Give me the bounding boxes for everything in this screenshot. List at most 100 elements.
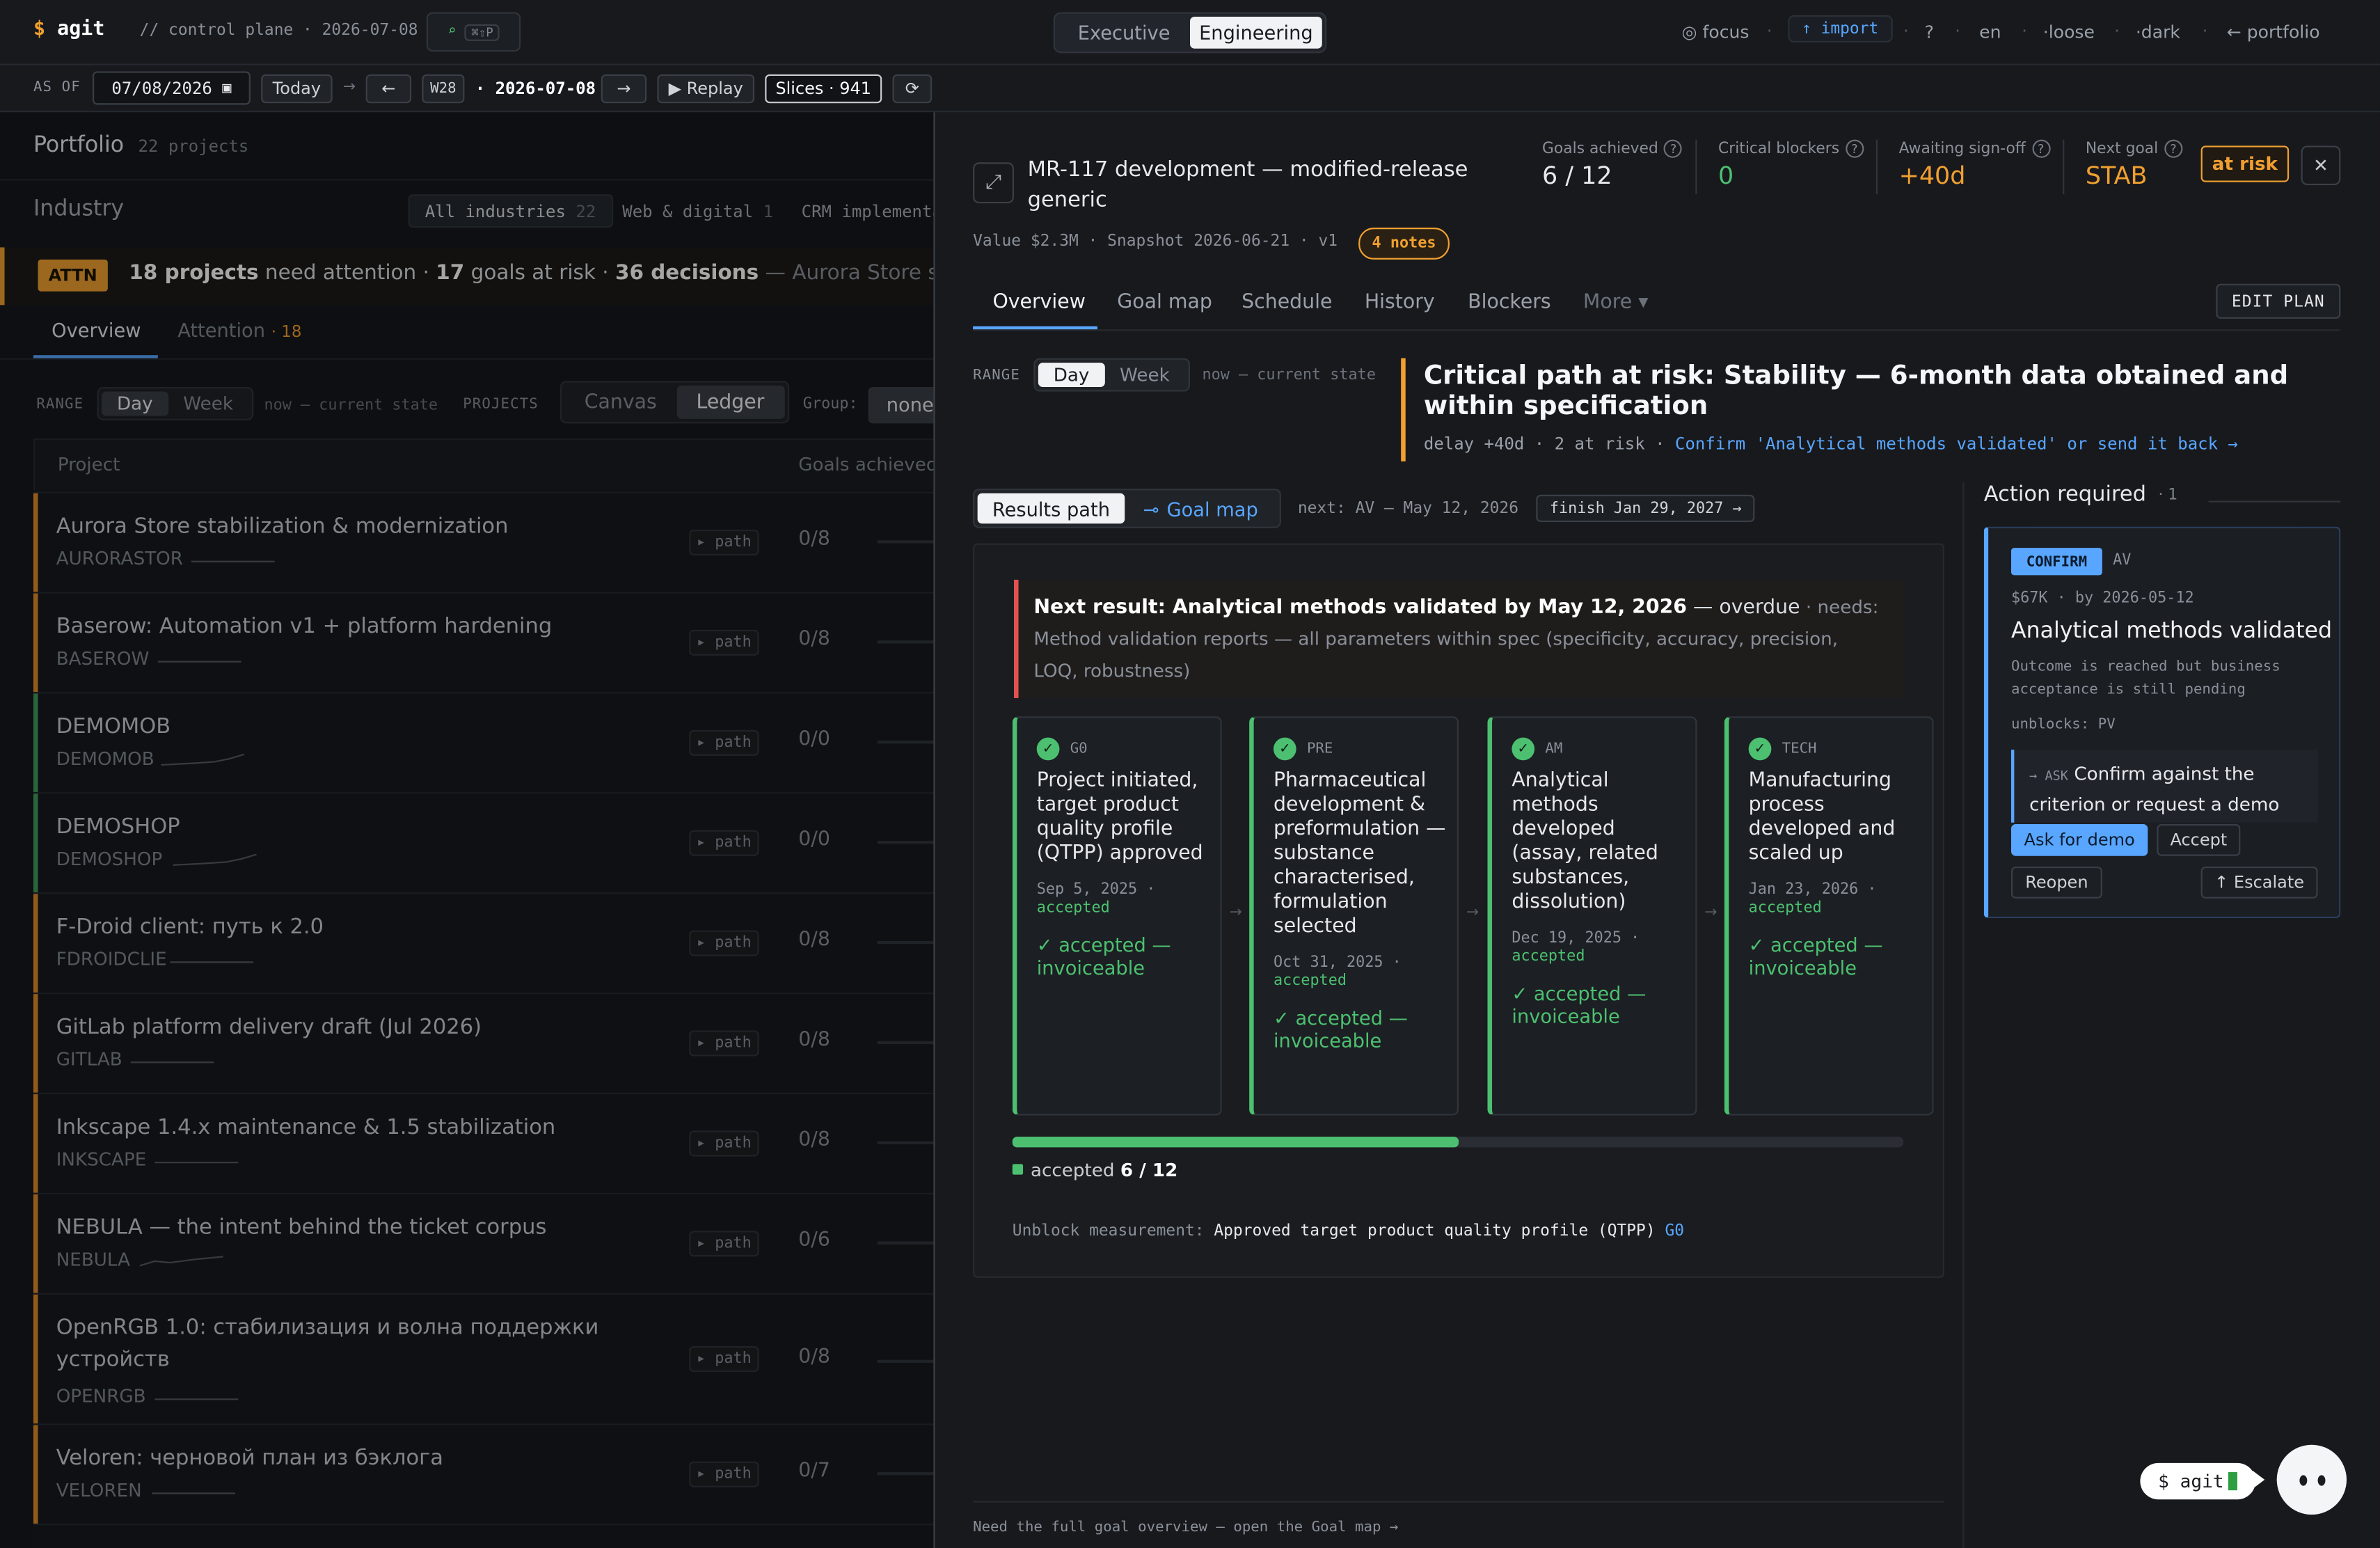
escalate-button[interactable]: ↑ Escalate: [2200, 867, 2318, 899]
table-row[interactable]: Veloren: черновой план из бэклога VELORE…: [33, 1423, 953, 1524]
project-name: DEMOSHOP: [56, 814, 180, 839]
view-canvas[interactable]: Canvas: [564, 386, 676, 419]
week-badge: W28: [422, 74, 465, 104]
mode-engineering[interactable]: Engineering: [1189, 16, 1322, 49]
project-name: Aurora Store stabilization & modernizati…: [56, 514, 509, 539]
sparkline: [152, 1492, 236, 1494]
table-row[interactable]: OpenRGB 1.0: стабилизация и волна поддер…: [33, 1293, 953, 1424]
close-icon[interactable]: ✕: [2301, 145, 2341, 186]
refresh-icon[interactable]: ⟳: [892, 74, 933, 104]
language-toggle[interactable]: en: [1979, 22, 2001, 43]
table-row[interactable]: F-Droid client: путь к 2.0 FDROIDCLIE ▸ …: [33, 892, 953, 993]
results-path-tab[interactable]: Results path: [977, 493, 1125, 524]
brand-logo[interactable]: $ agit: [33, 18, 104, 41]
goal-step-card[interactable]: ✓ G0 Project initiated, target product q…: [1012, 716, 1222, 1116]
prev-week-button[interactable]: ←: [365, 74, 412, 104]
help-button[interactable]: ?: [1925, 22, 1934, 43]
group-select[interactable]: none: [868, 386, 944, 424]
next-week-button[interactable]: →: [601, 74, 647, 104]
tab-history[interactable]: History: [1365, 292, 1435, 315]
slices-button[interactable]: Slices · 941: [765, 74, 882, 104]
project-code: AURORASTOR: [56, 548, 183, 569]
path-button[interactable]: ▸ path: [689, 1346, 759, 1373]
edit-plan-button[interactable]: EDIT PLAN: [2216, 283, 2341, 319]
table-row[interactable]: DEMOMOB DEMOMOB ▸ path 0/0: [33, 692, 953, 793]
range-day[interactable]: Day: [1038, 363, 1105, 387]
tab-schedule[interactable]: Schedule: [1241, 292, 1332, 315]
theme-toggle[interactable]: ·dark: [2136, 22, 2180, 43]
step-title: Project initiated, target product qualit…: [1036, 769, 1203, 865]
command-palette-button[interactable]: ⌕ ⌘⇧P: [426, 12, 521, 52]
project-name: Inkscape 1.4.x maintenance & 1.5 stabili…: [56, 1115, 556, 1140]
step-code: G0: [1070, 741, 1088, 758]
tab-goal-map[interactable]: Goal map: [1117, 292, 1212, 315]
range-week[interactable]: Week: [168, 392, 248, 416]
table-row[interactable]: DEMOSHOP DEMOSHOP ▸ path 0/0: [33, 792, 953, 893]
date-input[interactable]: 07/08/2026 ▣: [93, 71, 251, 105]
step-invoiceable: ✓ accepted — invoiceable: [1512, 981, 1647, 1028]
view-switch: Canvas Ledger: [560, 381, 789, 424]
table-row[interactable]: [33, 1524, 944, 1548]
ask-demo-button[interactable]: Ask for demo: [2010, 823, 2148, 856]
path-button[interactable]: ▸ path: [689, 629, 759, 656]
confirm-link[interactable]: Confirm 'Analytical methods validated' o…: [1675, 434, 2238, 454]
path-button[interactable]: ▸ path: [689, 1030, 759, 1057]
goal-step-card[interactable]: ✓ AM Analytical methods developed (assay…: [1487, 716, 1697, 1116]
finish-badge[interactable]: finish Jan 29, 2027 →: [1536, 494, 1756, 523]
range-day[interactable]: Day: [102, 391, 168, 416]
goal-map-tab[interactable]: ⊸ Goal map: [1125, 493, 1276, 524]
accept-button[interactable]: Accept: [2157, 823, 2241, 856]
eye-icon: [2299, 1474, 2307, 1485]
path-button[interactable]: ▸ path: [689, 1130, 759, 1157]
mode-executive[interactable]: Executive: [1058, 17, 1190, 49]
range-label: RANGE: [36, 396, 84, 413]
expand-icon[interactable]: ⤢: [973, 162, 1014, 204]
goal-step-card[interactable]: ✓ PRE Pharmaceutical development & prefo…: [1249, 716, 1459, 1116]
path-button[interactable]: ▸ path: [689, 1231, 759, 1257]
import-button[interactable]: ↑ import: [1788, 15, 1892, 43]
goal-map-footer-link[interactable]: Need the full goal overview — open the G…: [973, 1519, 1398, 1536]
chip-crm[interactable]: CRM implementa: [786, 194, 958, 228]
breadcrumb: // control plane · 2026-07-08: [139, 21, 418, 40]
path-button[interactable]: ▸ path: [689, 830, 759, 856]
path-button[interactable]: ▸ path: [689, 930, 759, 956]
agent-prompt[interactable]: $ agit: [2140, 1462, 2256, 1500]
tab-overview[interactable]: Overview: [51, 319, 141, 342]
shortcut-hint: ⌘⇧P: [465, 23, 500, 40]
legend-swatch: [1012, 1164, 1024, 1175]
tab-attention[interactable]: Attention · 18: [177, 319, 301, 342]
range-week[interactable]: Week: [1104, 363, 1184, 387]
tab-overview[interactable]: Overview: [992, 292, 1086, 315]
arrow-icon: →: [1466, 904, 1479, 922]
today-button[interactable]: Today: [261, 74, 333, 104]
table-row[interactable]: Inkscape 1.4.x maintenance & 1.5 stabili…: [33, 1092, 953, 1193]
replay-button[interactable]: ▶ Replay: [657, 74, 755, 104]
reopen-button[interactable]: Reopen: [2010, 867, 2102, 899]
density-toggle[interactable]: ·loose: [2043, 22, 2095, 43]
goal-step-card[interactable]: ✓ TECH Manufacturing process developed a…: [1724, 716, 1934, 1116]
chip-web-digital[interactable]: Web & digital 1: [607, 194, 788, 228]
table-row[interactable]: Baserow: Automation v1 + platform harden…: [33, 592, 953, 693]
chip-all-industries[interactable]: All industries 22: [408, 194, 613, 228]
tab-more[interactable]: More ▾: [1583, 292, 1649, 315]
path-button[interactable]: ▸ path: [689, 529, 759, 556]
attn-text[interactable]: 18 projects need attention · 17 goals at…: [129, 261, 1026, 285]
step-invoiceable: ✓ accepted — invoiceable: [1273, 1006, 1408, 1052]
notes-badge[interactable]: 4 notes: [1358, 228, 1450, 260]
step-code: PRE: [1306, 741, 1333, 758]
path-button[interactable]: ▸ path: [689, 729, 759, 756]
table-row[interactable]: NEBULA — the intent behind the ticket co…: [33, 1192, 953, 1293]
arrow-icon: →: [1704, 904, 1717, 922]
path-button[interactable]: ▸ path: [689, 1461, 759, 1487]
help-icon: ?: [1664, 139, 1683, 158]
portfolio-link[interactable]: ← portfolio: [2227, 22, 2320, 43]
table-row[interactable]: GitLab platform delivery draft (Jul 2026…: [33, 992, 953, 1093]
assistant-avatar[interactable]: [2276, 1444, 2347, 1515]
view-switch: Results path ⊸ Goal map: [973, 489, 1281, 528]
table-row[interactable]: Aurora Store stabilization & modernizati…: [33, 491, 953, 592]
tab-blockers[interactable]: Blockers: [1468, 292, 1551, 315]
focus-toggle[interactable]: ◎ focus: [1682, 22, 1750, 43]
as-of-label: AS OF: [33, 79, 81, 96]
step-date: Dec 19, 2025 ·: [1512, 930, 1640, 947]
view-ledger[interactable]: Ledger: [676, 385, 784, 419]
